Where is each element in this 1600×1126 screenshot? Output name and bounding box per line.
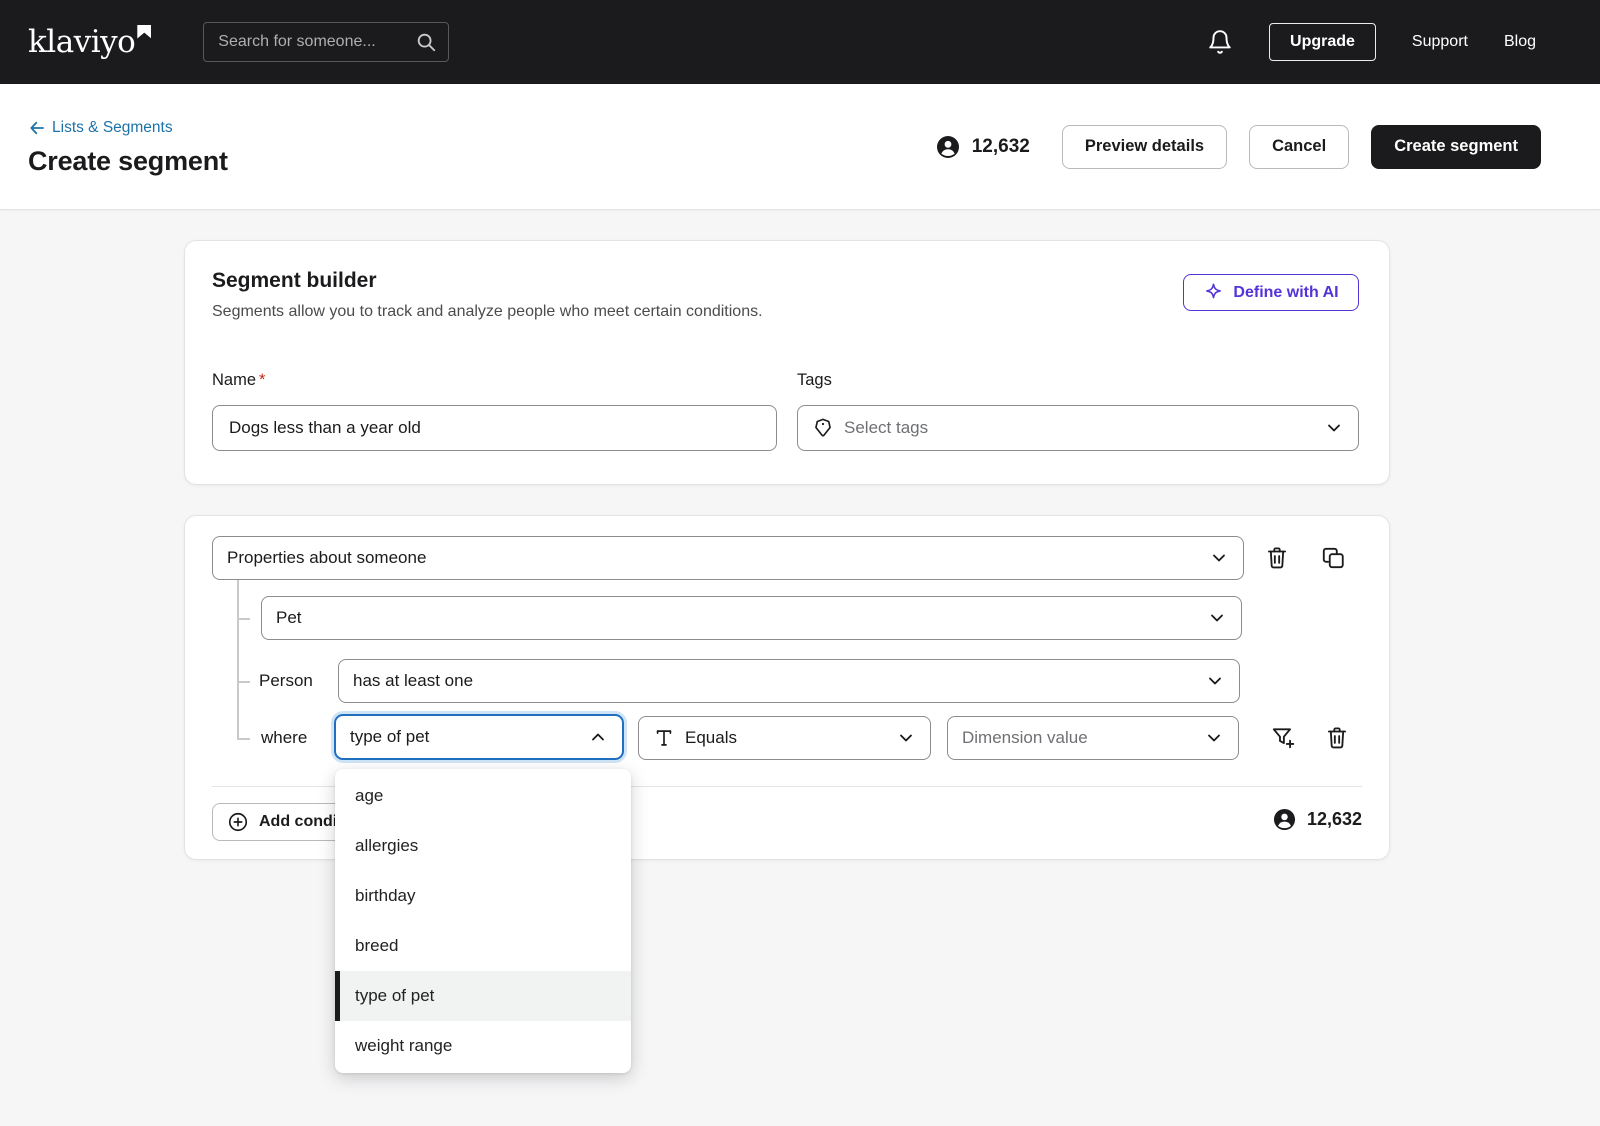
required-asterisk: * <box>259 371 265 389</box>
page-header: Lists & Segments Create segment 12,632 P… <box>0 84 1600 210</box>
segment-name-input[interactable] <box>212 405 777 451</box>
person-label: Person <box>259 671 313 691</box>
define-with-ai-label: Define with AI <box>1233 284 1338 302</box>
dimension-value: Pet <box>276 608 1197 628</box>
tag-icon <box>812 417 834 439</box>
operator-select[interactable]: Equals <box>638 716 931 760</box>
dimension-value-placeholder: Dimension value <box>962 728 1194 748</box>
dropdown-item-birthday[interactable]: birthday <box>335 871 631 921</box>
tree-vertical-line <box>237 580 239 738</box>
tree-stub-3 <box>237 738 250 740</box>
create-segment-button[interactable]: Create segment <box>1371 125 1541 169</box>
breadcrumb-label: Lists & Segments <box>52 119 173 137</box>
arrow-left-icon <box>28 119 46 137</box>
segment-builder-card: Segment builder Segments allow you to tr… <box>184 240 1390 485</box>
card-subtitle: Segments allow you to track and analyze … <box>212 303 763 321</box>
condition-profile-count-value: 12,632 <box>1307 809 1362 830</box>
upgrade-button[interactable]: Upgrade <box>1269 23 1376 61</box>
bell-icon[interactable] <box>1207 29 1233 55</box>
field-select[interactable]: type of pet <box>334 714 624 760</box>
klaviyo-logo[interactable]: klaviyo <box>28 27 151 58</box>
dimension-value-select[interactable]: Dimension value <box>947 716 1239 760</box>
tree-stub-2 <box>237 681 250 683</box>
property-category-select[interactable]: Properties about someone <box>212 536 1244 580</box>
dropdown-item-breed[interactable]: breed <box>335 921 631 971</box>
sparkle-icon <box>1203 282 1224 303</box>
define-with-ai-button[interactable]: Define with AI <box>1183 274 1359 311</box>
dimension-select[interactable]: Pet <box>261 596 1242 640</box>
profile-icon <box>936 135 960 159</box>
search-icon[interactable] <box>415 31 437 53</box>
property-category-value: Properties about someone <box>227 548 1199 568</box>
circle-plus-icon <box>227 811 249 833</box>
search-input[interactable] <box>203 22 449 62</box>
field-dropdown-list: ageallergiesbirthdaybreedtype of petweig… <box>335 771 631 1071</box>
delete-condition-icon[interactable] <box>1263 544 1291 572</box>
chevron-down-icon <box>1205 671 1225 691</box>
condition-profile-count: 12,632 <box>1273 808 1362 831</box>
field-select-value: type of pet <box>350 727 578 747</box>
nav-link-support[interactable]: Support <box>1412 33 1468 51</box>
breadcrumb[interactable]: Lists & Segments <box>28 119 228 137</box>
tags-placeholder: Select tags <box>844 418 1314 438</box>
profile-count: 12,632 <box>936 135 1030 159</box>
tags-select[interactable]: Select tags <box>797 405 1359 451</box>
tags-label: Tags <box>797 371 832 390</box>
operator-value: Equals <box>685 728 886 748</box>
page-title: Create segment <box>28 146 228 177</box>
name-label: Name* <box>212 371 265 390</box>
chevron-down-icon <box>1204 728 1224 748</box>
klaviyo-flag-icon <box>137 25 151 39</box>
quantifier-select[interactable]: has at least one <box>338 659 1240 703</box>
chevron-down-icon <box>1207 608 1227 628</box>
chevron-down-icon <box>1209 548 1229 568</box>
dropdown-item-weight-range[interactable]: weight range <box>335 1021 631 1071</box>
where-label: where <box>261 728 307 748</box>
profile-icon <box>1273 808 1296 831</box>
dropdown-item-type-of-pet[interactable]: type of pet <box>335 971 631 1021</box>
chevron-down-icon <box>1324 418 1344 438</box>
add-filter-icon[interactable] <box>1269 724 1297 752</box>
tree-stub-1 <box>237 618 250 620</box>
condition-card: Properties about someone Pet Person has … <box>184 515 1390 860</box>
top-navbar: klaviyo Upgrade Support Blog <box>0 0 1600 84</box>
dropdown-item-allergies[interactable]: allergies <box>335 821 631 871</box>
nav-search <box>203 22 449 62</box>
preview-details-button[interactable]: Preview details <box>1062 125 1227 169</box>
duplicate-condition-icon[interactable] <box>1319 544 1347 572</box>
logo-wordmark: klaviyo <box>28 27 135 58</box>
text-type-icon <box>653 727 675 749</box>
card-title: Segment builder <box>212 269 377 293</box>
profile-count-value: 12,632 <box>972 136 1030 158</box>
chevron-up-icon <box>588 727 608 747</box>
cancel-button[interactable]: Cancel <box>1249 125 1349 169</box>
quantifier-value: has at least one <box>353 671 1195 691</box>
nav-link-blog[interactable]: Blog <box>1504 33 1536 51</box>
field-dropdown: ageallergiesbirthdaybreedtype of petweig… <box>335 769 631 1073</box>
chevron-down-icon <box>896 728 916 748</box>
delete-filter-icon[interactable] <box>1323 724 1351 752</box>
dropdown-item-age[interactable]: age <box>335 771 631 821</box>
